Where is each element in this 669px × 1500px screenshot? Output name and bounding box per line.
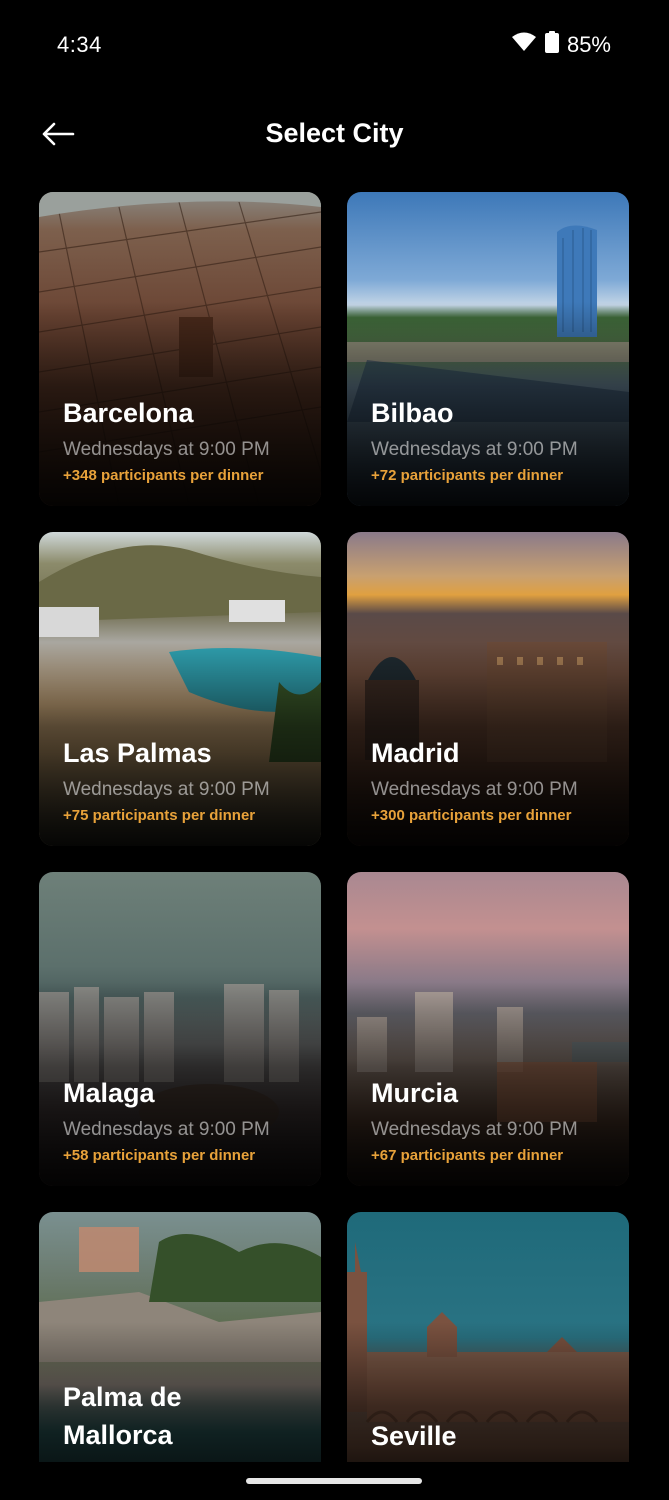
city-schedule: Wednesdays at 9:00 PM: [371, 439, 578, 460]
city-card-madrid[interactable]: Madrid Wednesdays at 9:00 PM +300 partic…: [347, 532, 629, 846]
city-name-line2: Mallorca: [63, 1420, 173, 1450]
city-schedule: Wednesdays at 9:00 PM: [371, 1119, 578, 1140]
city-participants: +58 participants per dinner: [63, 1147, 256, 1164]
city-participants: +67 participants per dinner: [371, 1147, 564, 1164]
city-schedule: Wednesdays at 9:00 PM: [371, 779, 578, 800]
status-bar: 4:34 85%: [0, 0, 669, 90]
city-participants: +72 participants per dinner: [371, 467, 564, 484]
city-participants: +348 participants per dinner: [63, 467, 264, 484]
wifi-icon: [511, 32, 537, 57]
city-card-las-palmas[interactable]: Las Palmas Wednesdays at 9:00 PM +75 par…: [39, 532, 321, 846]
city-name-line1: Palma de: [63, 1382, 182, 1412]
city-card-murcia[interactable]: Murcia Wednesdays at 9:00 PM +67 partici…: [347, 872, 629, 1186]
city-name: Murcia: [371, 1078, 459, 1108]
city-card-palma-de-mallorca[interactable]: Palma de Mallorca: [39, 1212, 321, 1462]
city-name: Las Palmas: [63, 738, 212, 768]
city-name: Madrid: [371, 738, 460, 768]
status-icons: 85%: [511, 31, 611, 58]
city-schedule: Wednesdays at 9:00 PM: [63, 779, 270, 800]
app-header: Select City: [0, 100, 669, 170]
city-name: Bilbao: [371, 398, 454, 428]
battery-icon: [544, 31, 559, 58]
city-card-malaga[interactable]: Malaga Wednesdays at 9:00 PM +58 partici…: [39, 872, 321, 1186]
city-card-bilbao[interactable]: Bilbao Wednesdays at 9:00 PM +72 partici…: [347, 192, 629, 506]
city-grid: Barcelona Wednesdays at 9:00 PM +348 par…: [39, 192, 629, 1462]
city-card-barcelona[interactable]: Barcelona Wednesdays at 9:00 PM +348 par…: [39, 192, 321, 506]
city-schedule: Wednesdays at 9:00 PM: [63, 439, 270, 460]
city-name: Seville: [371, 1421, 457, 1451]
battery-percent: 85%: [566, 31, 611, 57]
status-time: 4:34: [57, 32, 102, 57]
city-name: Malaga: [63, 1078, 155, 1108]
city-card-seville[interactable]: Seville: [347, 1212, 629, 1462]
city-participants: +75 participants per dinner: [63, 807, 256, 824]
home-indicator[interactable]: [246, 1478, 422, 1484]
city-participants: +300 participants per dinner: [371, 807, 572, 824]
page-title: Select City: [265, 118, 404, 148]
city-name: Barcelona: [63, 398, 194, 428]
city-schedule: Wednesdays at 9:00 PM: [63, 1119, 270, 1140]
